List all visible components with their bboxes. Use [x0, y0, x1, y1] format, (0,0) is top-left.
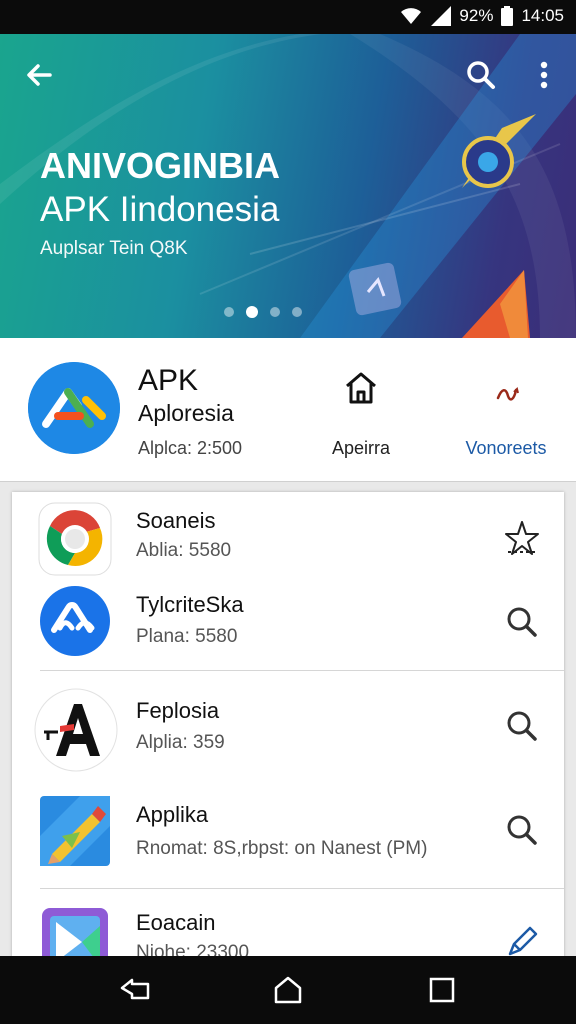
list-item-meta: Plana: 5580 [136, 626, 238, 647]
battery-percent: 92% [459, 6, 494, 25]
app-meta: Alplca: 2:500 [138, 438, 243, 458]
carousel-indicator[interactable] [224, 306, 302, 318]
list-item-meta: Alplia: 359 [136, 732, 225, 753]
nav-recents-button[interactable] [424, 974, 460, 1006]
list-item-title: Applika [136, 802, 209, 827]
list-item-meta: Ablia: 5580 [136, 540, 232, 561]
pen-icon [508, 926, 538, 956]
list-item-title: TylcriteSka [136, 592, 244, 617]
app-name: APK [138, 364, 199, 397]
list-item-title: Eoacain [136, 910, 216, 935]
list-item-title: Soaneis [136, 508, 216, 533]
more-action-label: Vonoreets [465, 438, 547, 458]
nav-home-icon [274, 976, 302, 1004]
nav-recents-icon [429, 977, 455, 1003]
hero-title: ANIVOGINBIA [40, 145, 281, 186]
battery-icon [501, 6, 514, 26]
search-button[interactable] [502, 706, 542, 746]
app-subtitle: Aploresia [138, 400, 234, 426]
carousel-dot[interactable] [292, 307, 302, 317]
search-icon [507, 711, 537, 741]
app-store-icon [38, 584, 112, 658]
list-divider [40, 888, 564, 889]
carousel-dot[interactable] [224, 307, 234, 317]
overflow-menu-button[interactable] [530, 58, 558, 92]
hero-title-secondary: APK Iindonesia [40, 190, 280, 229]
search-icon [467, 61, 495, 89]
carousel-dot[interactable] [270, 307, 280, 317]
home-icon [346, 372, 376, 404]
status-icons: 92% 14:05 [399, 6, 564, 26]
list-item[interactable]: Soaneis Ablia: 5580 [12, 492, 564, 576]
nav-home-button[interactable] [270, 974, 306, 1006]
list-item[interactable]: Eoacain Niohe: 23300 [12, 890, 564, 962]
list-item-meta: Rnomat: 8S,rbpst: on Nanest (PM) [136, 838, 428, 859]
search-button[interactable] [502, 602, 542, 642]
list-item[interactable]: TylcriteSka Plana: 5580 [12, 574, 564, 670]
hero-banner[interactable]: ANIVOGINBIA APK Iindonesia Auplsar Tein … [0, 34, 576, 338]
list-item-title: Feplosia [136, 698, 220, 723]
app-list: Soaneis Ablia: 5580 TylcriteSka Plana: 5… [12, 492, 564, 962]
chrome-app-icon [38, 502, 112, 576]
search-icon [507, 607, 537, 637]
list-item[interactable]: Feplosia Alplia: 359 [12, 672, 564, 780]
list-item[interactable]: Applika Rnomat: 8S,rbpst: on Nanest (PM) [12, 780, 564, 886]
edit-button[interactable] [502, 920, 542, 960]
media-app-icon [42, 908, 108, 962]
system-navigation-bar [0, 956, 576, 1024]
back-arrow-icon [27, 64, 52, 86]
clock: 14:05 [521, 6, 564, 25]
more-vert-icon [540, 61, 548, 89]
favorite-button[interactable] [502, 518, 542, 558]
app-logo-icon [28, 362, 120, 454]
status-bar: 92% 14:05 [0, 0, 576, 34]
wifi-icon [401, 8, 422, 24]
nav-back-button[interactable] [118, 974, 154, 1006]
app-logo [28, 362, 120, 454]
home-action-label: Apeirra [331, 438, 391, 458]
letter-a-app-icon [34, 688, 118, 772]
signal-icon [431, 6, 452, 26]
more-action-button[interactable]: Vonoreets [458, 366, 554, 466]
search-button[interactable] [464, 58, 498, 92]
carousel-dot-active[interactable] [246, 306, 258, 318]
back-button[interactable] [22, 58, 56, 92]
search-button[interactable] [502, 810, 542, 850]
list-divider [40, 670, 564, 671]
search-icon [507, 815, 537, 845]
app-header-card: APK Aploresia Alplca: 2:500 Apeirra Vono… [0, 338, 576, 482]
link-icon [496, 387, 519, 401]
home-action-button[interactable]: Apeirra [320, 366, 402, 466]
nav-back-icon [120, 978, 150, 1000]
pencil-app-icon [40, 796, 110, 866]
star-icon [505, 521, 539, 555]
hero-subtitle: Auplsar Tein Q8K [40, 238, 188, 259]
